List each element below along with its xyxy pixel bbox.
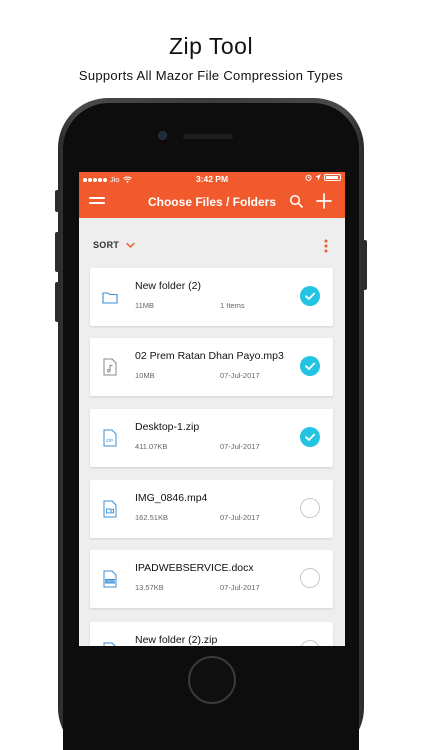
promo-subtitle: Supports All Mazor File Compression Type… (78, 68, 344, 83)
front-camera (158, 131, 167, 140)
selection-checkbox[interactable] (300, 498, 320, 518)
file-row[interactable]: IMG_0846.mp4 162.51KB 07-Jul-2017 (90, 480, 333, 538)
file-name: IPADWEBSERVICE.docx (135, 562, 254, 574)
page-title: Choose Files / Folders (147, 195, 277, 209)
file-row[interactable]: New folder (2) 11MB 1 Items (90, 268, 333, 326)
file-name: New folder (2) (135, 280, 201, 292)
zip-file-icon: ZIP (103, 429, 117, 447)
file-row[interactable]: New folder (2).zip (90, 622, 333, 646)
video-file-icon (103, 500, 117, 518)
file-size: 411.07KB (135, 442, 168, 451)
docx-file-icon: DOCX (103, 570, 117, 588)
home-button[interactable] (188, 656, 236, 704)
file-row[interactable]: DOCX IPADWEBSERVICE.docx 13.57KB 07-Jul-… (90, 550, 333, 608)
location-icon (315, 174, 321, 181)
file-date: 07-Jul-2017 (220, 442, 260, 451)
app-screen: Jio 3:42 PM Choose Files / Folders SORT … (79, 172, 345, 646)
file-date: 07-Jul-2017 (220, 371, 260, 380)
plus-icon[interactable] (315, 192, 333, 210)
file-size: 13.57KB (135, 583, 164, 592)
phone-power-button (363, 240, 367, 290)
promo-title: Zip Tool (168, 33, 254, 59)
zip-file-icon (103, 642, 116, 646)
file-size: 10MB (135, 371, 155, 380)
checkmark-icon (305, 292, 316, 300)
file-name: IMG_0846.mp4 (135, 492, 208, 504)
selection-checkbox[interactable] (300, 640, 320, 646)
file-size: 11MB (135, 301, 155, 310)
phone-mute-switch (55, 190, 59, 212)
selection-checkbox[interactable] (300, 427, 320, 447)
battery-icon (324, 174, 341, 181)
phone-volume-down (55, 282, 59, 322)
chevron-down-icon[interactable] (126, 242, 135, 249)
search-icon[interactable] (289, 194, 303, 208)
svg-text:DOCX: DOCX (105, 580, 116, 584)
sort-button[interactable]: SORT (93, 240, 119, 250)
audio-file-icon (103, 358, 117, 376)
file-size: 162.51KB (135, 513, 168, 522)
file-row[interactable]: 02 Prem Ratan Dhan Payo.mp3 10MB 07-Jul-… (90, 338, 333, 396)
selection-checkbox[interactable] (300, 568, 320, 588)
file-name: New folder (2).zip (135, 634, 218, 646)
status-right (305, 174, 341, 181)
folder-icon (102, 292, 118, 304)
alarm-icon (305, 174, 312, 181)
sort-bar: SORT (79, 218, 345, 264)
more-vertical-icon[interactable] (323, 238, 329, 254)
file-name: Desktop-1.zip (135, 421, 200, 433)
file-row[interactable]: ZIP Desktop-1.zip 411.07KB 07-Jul-2017 (90, 409, 333, 467)
app-header: Choose Files / Folders (79, 186, 345, 218)
selection-checkbox[interactable] (300, 356, 320, 376)
phone-volume-up (55, 232, 59, 272)
svg-text:ZIP: ZIP (106, 438, 113, 443)
selection-checkbox[interactable] (300, 286, 320, 306)
file-date: 07-Jul-2017 (220, 513, 260, 522)
earpiece-speaker (183, 134, 233, 139)
file-name: 02 Prem Ratan Dhan Payo.mp3 (135, 350, 284, 362)
checkmark-icon (305, 433, 316, 441)
file-item-count: 1 Items (220, 301, 245, 310)
file-date: 07-Jul-2017 (220, 583, 260, 592)
status-bar: Jio 3:42 PM (79, 172, 345, 186)
checkmark-icon (305, 362, 316, 370)
